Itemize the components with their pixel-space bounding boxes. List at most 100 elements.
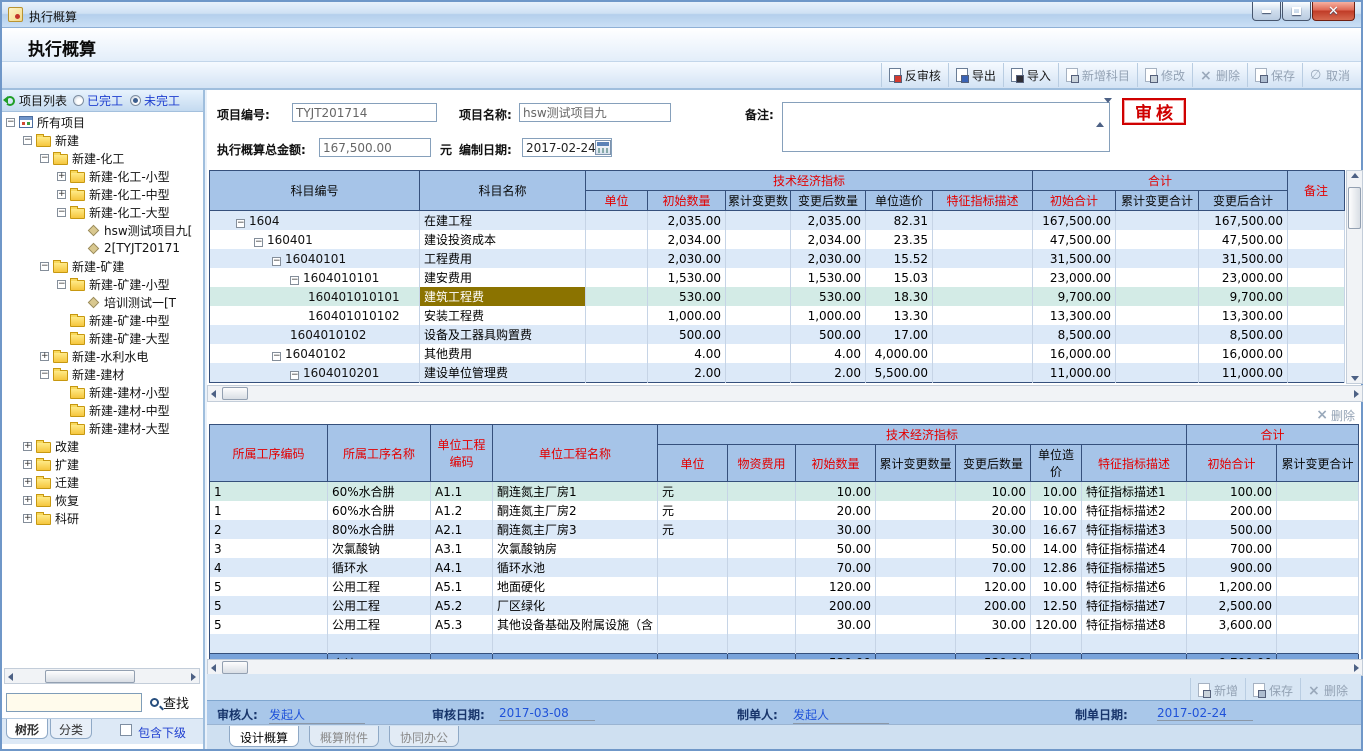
table-cell[interactable]	[726, 230, 791, 249]
table-cell[interactable]: 酮连氮主厂房3	[493, 520, 658, 539]
expander-plus-icon[interactable]: +	[40, 352, 49, 361]
table-row[interactable]: −1604在建工程2,035.002,035.0082.31167,500.00…	[210, 211, 1345, 231]
table-row[interactable]: −16040102其他费用4.004.004,000.0016,000.0016…	[210, 344, 1345, 363]
table-row[interactable]	[210, 634, 1359, 653]
cell-subject-name[interactable]: 安装工程费	[420, 306, 586, 325]
table-cell[interactable]: 82.31	[866, 211, 933, 231]
scroll-thumb[interactable]	[222, 661, 248, 674]
tree-item[interactable]: 新建-建材-小型	[2, 383, 203, 401]
scroll-right-icon[interactable]	[191, 673, 196, 681]
table-cell[interactable]: 18.30	[866, 287, 933, 306]
search-icon[interactable]	[150, 698, 159, 707]
table-cell[interactable]	[728, 558, 796, 577]
table-cell[interactable]	[933, 287, 1033, 306]
cell-subject-code[interactable]: −1604	[210, 211, 420, 231]
expander-minus-icon[interactable]: −	[290, 276, 299, 285]
scroll-right-icon[interactable]	[1354, 664, 1359, 672]
tree-item[interactable]: −新建-化工	[2, 149, 203, 167]
table-cell[interactable]: 酮连氮主厂房2	[493, 501, 658, 520]
table-cell[interactable]: 80%水合肼	[328, 520, 431, 539]
table-cell[interactable]	[1277, 615, 1359, 634]
tab-estimate-attachment[interactable]: 概算附件	[309, 726, 379, 747]
table-cell[interactable]: 10.00	[1031, 577, 1082, 596]
tree-horizontal-scrollbar[interactable]	[4, 668, 200, 684]
tree-item[interactable]: +扩建	[2, 455, 203, 473]
table-cell[interactable]	[1116, 230, 1199, 249]
expander-minus-icon[interactable]: −	[272, 352, 281, 361]
tree-item[interactable]: hsw测试项目九[	[2, 221, 203, 239]
table-cell[interactable]	[1288, 249, 1345, 268]
table-cell[interactable]: 50.00	[796, 539, 876, 558]
table-cell[interactable]: 特征指标描述5	[1082, 558, 1187, 577]
table-row[interactable]: −1604010101建安费用1,530.001,530.0015.0323,0…	[210, 268, 1345, 287]
table-cell[interactable]: 31,500.00	[1033, 249, 1116, 268]
table-cell[interactable]: 11,000.00	[1199, 363, 1288, 383]
expander-minus-icon[interactable]: −	[40, 370, 49, 379]
subject-grid-hscrollbar[interactable]	[207, 385, 1363, 402]
table-cell[interactable]: 10.00	[1031, 501, 1082, 520]
scroll-thumb[interactable]	[222, 387, 248, 400]
scroll-up-icon[interactable]	[1351, 173, 1359, 178]
table-cell[interactable]	[586, 249, 648, 268]
cell-subject-code[interactable]: −1604010101	[210, 268, 420, 287]
expander-plus-icon[interactable]: +	[57, 190, 66, 199]
table-cell[interactable]: A5.3	[431, 615, 493, 634]
table-cell[interactable]	[1277, 520, 1359, 539]
cell-subject-code[interactable]: 160401010101	[210, 287, 420, 306]
cell-subject-code[interactable]: 1604010102	[210, 325, 420, 344]
table-cell[interactable]	[586, 268, 648, 287]
tree-item[interactable]: −新建	[2, 131, 203, 149]
tree-item[interactable]: 2[TYJT20171	[2, 239, 203, 257]
table-cell[interactable]: 4,000.00	[866, 344, 933, 363]
calendar-icon[interactable]	[595, 140, 611, 155]
table-cell[interactable]	[1116, 268, 1199, 287]
table-cell[interactable]: 31,500.00	[1199, 249, 1288, 268]
table-cell[interactable]: 1,530.00	[791, 268, 866, 287]
table-cell[interactable]: 特征指标描述7	[1082, 596, 1187, 615]
table-cell[interactable]	[1277, 577, 1359, 596]
table-cell[interactable]	[726, 325, 791, 344]
refresh-icon[interactable]	[5, 96, 15, 106]
table-cell[interactable]: 70.00	[956, 558, 1031, 577]
scroll-thumb[interactable]	[1348, 187, 1361, 229]
table-cell[interactable]	[1116, 249, 1199, 268]
table-cell[interactable]: A1.2	[431, 501, 493, 520]
tree-item[interactable]: −所有项目	[2, 113, 203, 131]
table-cell[interactable]	[658, 558, 728, 577]
table-cell[interactable]: 特征指标描述3	[1082, 520, 1187, 539]
table-cell[interactable]: 5	[210, 577, 328, 596]
table-cell[interactable]: 2.00	[791, 363, 866, 383]
table-cell[interactable]: 17.00	[866, 325, 933, 344]
table-cell[interactable]	[726, 287, 791, 306]
table-cell[interactable]	[1277, 596, 1359, 615]
expander-minus-icon[interactable]: −	[40, 262, 49, 271]
table-cell[interactable]: 500.00	[648, 325, 726, 344]
table-cell[interactable]: 15.03	[866, 268, 933, 287]
restore-button[interactable]	[1282, 2, 1311, 21]
table-cell[interactable]: 13,300.00	[1033, 306, 1116, 325]
table-cell[interactable]	[1288, 344, 1345, 363]
table-row[interactable]: 5公用工程A5.3其他设备基础及附属设施（含30.0030.00120.00特征…	[210, 615, 1359, 634]
table-cell[interactable]	[728, 520, 796, 539]
cell-subject-code[interactable]: −16040101	[210, 249, 420, 268]
table-cell[interactable]: 5	[210, 596, 328, 615]
table-cell[interactable]: 9,700.00	[1199, 287, 1288, 306]
table-cell[interactable]	[726, 344, 791, 363]
table-cell[interactable]: 200.00	[796, 596, 876, 615]
table-cell[interactable]: 13,300.00	[1199, 306, 1288, 325]
table-cell[interactable]: 30.00	[956, 520, 1031, 539]
tab-tree[interactable]: 树形	[6, 719, 48, 739]
table-cell[interactable]: 3,600.00	[1187, 615, 1277, 634]
minimize-button[interactable]	[1252, 2, 1281, 21]
table-cell[interactable]: 地面硬化	[493, 577, 658, 596]
table-cell[interactable]: 3	[210, 539, 328, 558]
table-cell[interactable]: 2,035.00	[648, 211, 726, 231]
tab-collaboration[interactable]: 协同办公	[389, 726, 459, 747]
table-cell[interactable]	[1288, 363, 1345, 383]
expander-minus-icon[interactable]: −	[23, 136, 32, 145]
table-cell[interactable]: A5.2	[431, 596, 493, 615]
table-cell[interactable]	[658, 577, 728, 596]
table-cell[interactable]	[1288, 287, 1345, 306]
table-cell[interactable]: 次氯酸钠	[328, 539, 431, 558]
table-cell[interactable]: 100.00	[1187, 482, 1277, 502]
